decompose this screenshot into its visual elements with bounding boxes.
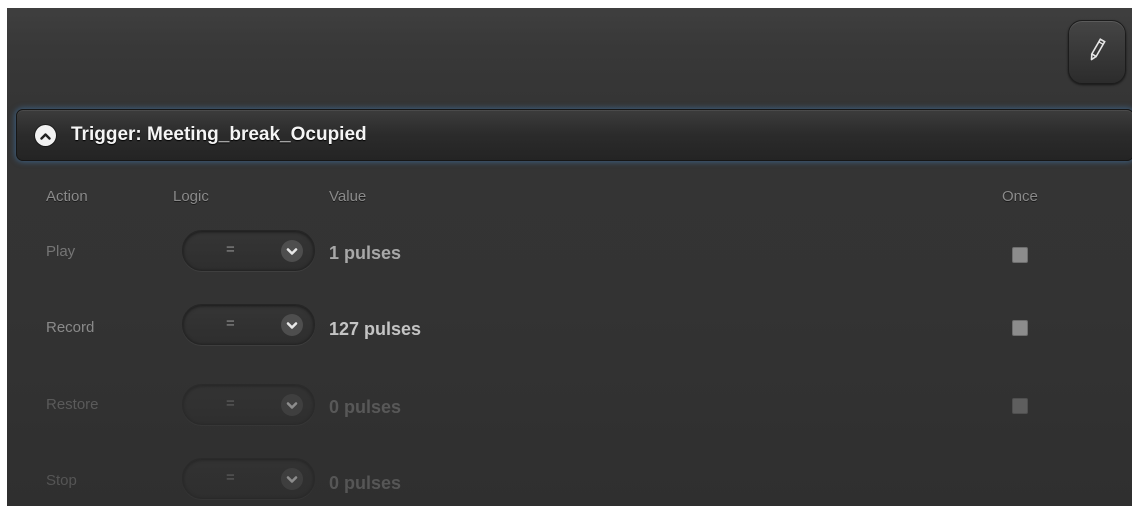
chevron-down-icon <box>281 314 303 336</box>
value-stop: 0 pulses <box>329 473 402 493</box>
once-checkbox-play[interactable] <box>1012 247 1028 263</box>
column-header-action: Action <box>46 188 88 205</box>
column-header-value: Value <box>329 188 367 205</box>
pencil-icon <box>1087 37 1107 68</box>
logic-select-stop: = <box>182 458 315 499</box>
chevron-up-icon[interactable] <box>35 125 56 146</box>
once-checkbox-record[interactable] <box>1012 320 1028 336</box>
column-header-logic: Logic <box>173 188 209 205</box>
chevron-down-icon <box>281 468 303 490</box>
logic-value: = <box>226 469 235 486</box>
action-label-play: Play <box>46 243 76 260</box>
action-label-record: Record <box>46 319 95 336</box>
logic-select-record[interactable]: = <box>182 304 315 345</box>
chevron-down-icon <box>281 240 303 262</box>
once-checkbox-restore <box>1012 398 1028 414</box>
trigger-panel: Trigger: Meeting_break_Ocupied Action Lo… <box>7 8 1132 506</box>
chevron-down-icon <box>281 394 303 416</box>
logic-value: = <box>226 395 235 412</box>
action-label-stop: Stop <box>46 472 77 489</box>
logic-value: = <box>226 315 235 332</box>
column-header-once: Once <box>1002 188 1038 205</box>
edit-button[interactable] <box>1068 20 1126 84</box>
value-record: 127 pulses <box>329 319 422 339</box>
logic-value: = <box>226 241 235 258</box>
trigger-title: Trigger: Meeting_break_Ocupied <box>71 124 367 145</box>
value-restore: 0 pulses <box>329 397 402 417</box>
logic-select-restore: = <box>182 384 315 425</box>
trigger-header[interactable]: Trigger: Meeting_break_Ocupied <box>16 109 1132 161</box>
logic-select-play[interactable]: = <box>182 230 315 271</box>
value-play: 1 pulses <box>329 243 402 263</box>
action-label-restore: Restore <box>46 396 99 413</box>
